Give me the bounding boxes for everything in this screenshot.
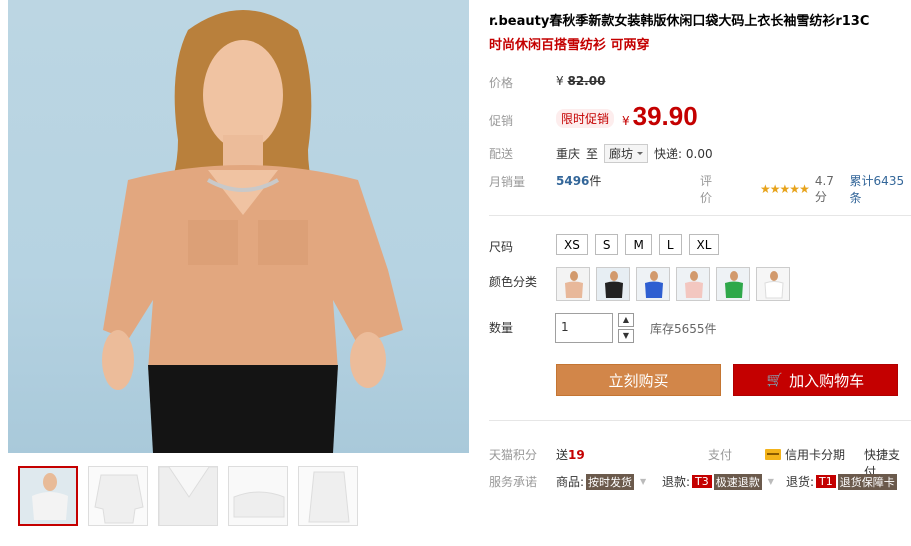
size-option[interactable]: XS	[556, 234, 588, 255]
service-code-badge: T1	[816, 475, 836, 488]
chevron-down-icon: ▼	[640, 477, 647, 486]
original-price-value: 82.00	[567, 74, 606, 88]
color-option[interactable]	[596, 267, 630, 301]
add-to-cart-button[interactable]: 🛒 加入购物车	[733, 364, 898, 396]
quantity-decrease-button[interactable]: ▼	[618, 329, 634, 343]
service-item[interactable]: 商品: 按时发货 ▼	[556, 473, 646, 490]
points-label: 天猫积分	[489, 448, 538, 462]
thumbnail-2[interactable]	[88, 466, 148, 526]
quantity-input[interactable]: 1	[555, 313, 613, 343]
divider	[489, 215, 911, 216]
rating-total-link[interactable]: 累计6435条	[850, 172, 911, 206]
thumbnail-4[interactable]	[228, 466, 288, 526]
service-badge: 极速退款	[713, 473, 762, 490]
color-option[interactable]	[676, 267, 710, 301]
monthly-sales-count: 5496	[556, 174, 590, 188]
color-label: 颜色分类	[489, 275, 538, 289]
size-label: 尺码	[489, 240, 514, 254]
buy-now-button[interactable]: 立刻购买	[556, 364, 721, 396]
thumbnail-5[interactable]	[298, 466, 358, 526]
delivery-from: 重庆	[556, 147, 581, 161]
color-option[interactable]	[556, 267, 590, 301]
promo-price-value: 39.90	[632, 101, 698, 131]
credit-card-icon	[765, 449, 781, 460]
size-option[interactable]: XL	[688, 234, 720, 255]
divider	[489, 420, 911, 421]
delivery-label: 配送	[489, 147, 514, 161]
quantity-increase-button[interactable]: ▲	[618, 313, 634, 327]
service-item[interactable]: 退款: T3 极速退款 ▼	[662, 473, 774, 490]
buy-now-label: 立刻购买	[608, 371, 669, 390]
points-value: 19	[568, 448, 585, 462]
rating-summary: 评价 ★★★★★ 4.7分 累计6435条	[700, 172, 911, 206]
promo-label: 促销	[489, 114, 514, 128]
payment-label: 支付	[708, 448, 733, 462]
color-options	[556, 267, 790, 301]
delivery-destination-select[interactable]: 廊坊	[604, 144, 649, 163]
product-subtitle: 时尚休闲百搭雪纺衫 可两穿	[489, 38, 650, 53]
service-badge: 退货保障卡	[837, 473, 897, 490]
credit-installment-label: 信用卡分期	[785, 448, 846, 462]
currency-symbol: ¥	[556, 74, 564, 88]
color-option[interactable]	[636, 267, 670, 301]
add-to-cart-label: 加入购物车	[789, 371, 865, 390]
service-code-badge: T3	[692, 475, 712, 488]
monthly-sales-unit: 件	[589, 174, 602, 188]
color-option[interactable]	[756, 267, 790, 301]
monthly-sales-label: 月销量	[489, 175, 526, 189]
points-info: 送19	[556, 446, 585, 463]
monthly-sales: 5496件	[556, 172, 601, 189]
promo-currency-symbol: ¥	[622, 114, 630, 128]
rating-stars-icon: ★★★★★	[760, 182, 810, 196]
delivery-info: 重庆 至 廊坊 快递: 0.00	[556, 144, 713, 163]
size-option[interactable]: L	[658, 234, 682, 255]
product-page: r.beauty春秋季新款女装韩版休闲口袋大码上衣长袖雪纺衫r13C 时尚休闲百…	[0, 0, 911, 546]
stock-count: 库存5655件	[650, 322, 717, 336]
main-product-image[interactable]	[8, 0, 469, 453]
price-label: 价格	[489, 76, 514, 90]
service-prefix: 商品:	[556, 475, 585, 489]
delivery-to-word: 至	[586, 147, 599, 161]
points-prefix: 送	[556, 448, 569, 462]
original-price: ¥ 82.00	[556, 74, 605, 88]
promo-tag: 限时促销	[556, 109, 615, 128]
express-fee: 快递: 0.00	[654, 147, 713, 161]
size-option[interactable]: M	[625, 234, 652, 255]
service-item[interactable]: 退货: T1 退货保障卡	[786, 473, 897, 490]
color-option[interactable]	[716, 267, 750, 301]
chevron-down-icon: ▼	[767, 477, 774, 486]
cart-icon: 🛒	[766, 372, 784, 388]
model-photo	[102, 10, 403, 453]
credit-installment[interactable]: 信用卡分期	[765, 446, 845, 463]
service-prefix: 退货:	[786, 475, 815, 489]
thumbnail-1[interactable]	[18, 466, 78, 526]
service-label: 服务承诺	[489, 475, 538, 489]
thumbnail-3[interactable]	[158, 466, 218, 526]
promo-price: ¥39.90	[622, 101, 698, 132]
product-title: r.beauty春秋季新款女装韩版休闲口袋大码上衣长袖雪纺衫r13C	[489, 14, 870, 29]
rating-score: 4.7分	[814, 173, 834, 204]
service-prefix: 退款:	[662, 475, 691, 489]
thumbnail-strip	[18, 466, 358, 526]
size-option[interactable]: S	[594, 234, 619, 255]
size-options: XS S M L XL	[556, 234, 720, 255]
service-badge: 按时发货	[586, 473, 635, 490]
rating-label: 评价	[700, 174, 713, 205]
quantity-label: 数量	[489, 321, 514, 335]
